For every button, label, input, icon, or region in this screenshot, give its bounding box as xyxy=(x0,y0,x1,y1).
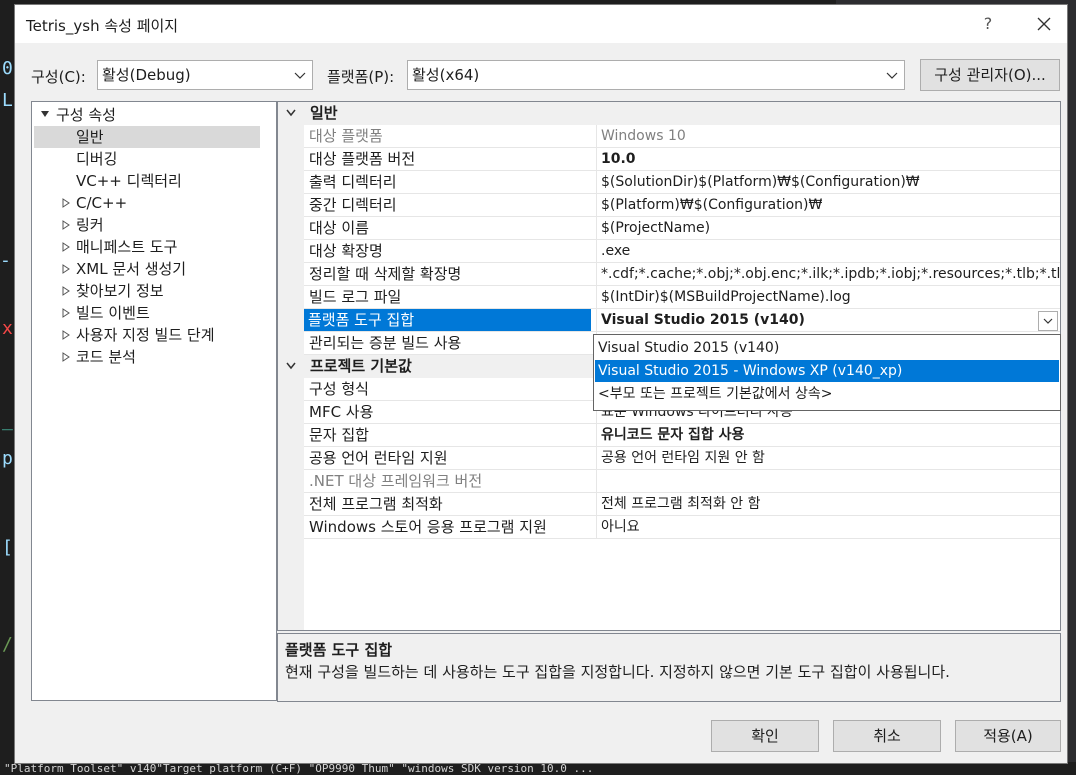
property-row[interactable]: 문자 집합 유니코드 문자 집합 사용 xyxy=(304,424,1060,447)
close-button[interactable] xyxy=(1029,9,1059,39)
config-manager-button[interactable]: 구성 관리자(O)... xyxy=(920,59,1060,91)
property-value[interactable]: $(IntDir)$(MSBuildProjectName).log xyxy=(596,286,1060,308)
toolset-dropdown-list: Visual Studio 2015 (v140) Visual Studio 2… xyxy=(593,334,1061,411)
property-value[interactable]: 유니코드 문자 집합 사용 xyxy=(596,424,1060,446)
toolset-dropdown-button[interactable] xyxy=(1038,311,1058,331)
property-row[interactable]: 전체 프로그램 최적화 전체 프로그램 최적화 안 함 xyxy=(304,493,1060,516)
title-bar: Tetris_ysh 속성 페이지 ? xyxy=(15,5,1067,43)
config-value: 활성(Debug) xyxy=(102,66,191,84)
property-name: 출력 디렉터리 xyxy=(309,173,397,191)
property-value[interactable]: 전체 프로그램 최적화 안 함 xyxy=(596,493,1060,515)
property-row[interactable]: 정리할 때 삭제할 확장명 *.cdf;*.cache;*.obj;*.obj.e… xyxy=(304,263,1060,286)
property-name: MFC 사용 xyxy=(309,403,374,421)
property-value[interactable]: 아니요 xyxy=(596,516,1060,538)
property-tree: 구성 속성 일반 디버깅 VC++ 디렉터리 C/C++ 링커 매니페스트 도구 XML 문… xyxy=(31,101,277,701)
description-panel: 플랫폼 도구 집합 현재 구성을 빌드하는 데 사용하는 도구 집합을 지정합니… xyxy=(277,633,1061,702)
property-name: 대상 플랫폼 버전 xyxy=(309,150,416,168)
property-row[interactable]: .NET 대상 프레임워크 버전 xyxy=(304,470,1060,493)
collapse-triangle-icon[interactable] xyxy=(40,110,50,118)
description-text: 현재 구성을 빌드하는 데 사용하는 도구 집합을 지정합니다. 지정하지 않으… xyxy=(285,663,950,681)
tree-item[interactable]: 디버깅 xyxy=(34,148,117,170)
tree-item[interactable]: VC++ 디렉터리 xyxy=(34,170,182,192)
property-value[interactable] xyxy=(596,470,1060,492)
property-name: 전체 프로그램 최적화 xyxy=(309,495,443,513)
property-row[interactable]: Windows 스토어 응용 프로그램 지원 아니요 xyxy=(304,516,1060,539)
tree-item[interactable]: 코드 분석 xyxy=(34,346,136,368)
editor-text: 0 xyxy=(2,58,13,79)
property-name: 빌드 로그 파일 xyxy=(309,288,402,306)
property-name: 플랫폼 도구 집합 xyxy=(304,309,591,331)
platform-value: 활성(x64) xyxy=(412,66,480,84)
tree-item[interactable]: 빌드 이벤트 xyxy=(34,302,150,324)
chevron-down-icon xyxy=(286,109,296,117)
property-value[interactable]: Windows 10 xyxy=(596,125,1060,147)
tree-item[interactable]: 찾아보기 정보 xyxy=(34,280,164,302)
property-row[interactable]: 대상 이름 $(ProjectName) xyxy=(304,217,1060,240)
category-label: 일반 xyxy=(310,104,338,122)
platform-combo[interactable]: 활성(x64) xyxy=(407,60,905,90)
editor-text: x xyxy=(2,318,13,339)
cancel-button[interactable]: 취소 xyxy=(833,720,941,752)
tree-item[interactable]: XML 문서 생성기 xyxy=(34,258,186,280)
chevron-down-icon xyxy=(294,72,306,79)
property-value[interactable]: $(SolutionDir)$(Platform)₩$(Configuratio… xyxy=(596,171,1060,193)
property-name: 문자 집합 xyxy=(309,426,369,444)
property-value[interactable]: 10.0 xyxy=(596,148,1060,170)
dropdown-option[interactable]: <부모 또는 프로젝트 기본값에서 상속> xyxy=(595,383,1059,405)
property-value[interactable]: $(ProjectName) xyxy=(596,217,1060,239)
tree-item[interactable]: 링커 xyxy=(34,214,104,236)
property-pages-dialog: Tetris_ysh 속성 페이지 ? 구성(C): 활성(Debug) 플랫폼… xyxy=(14,4,1068,764)
property-row[interactable]: 출력 디렉터리 $(SolutionDir)$(Platform)₩$(Confi… xyxy=(304,171,1060,194)
ok-button[interactable]: 확인 xyxy=(711,720,819,752)
config-combo[interactable]: 활성(Debug) xyxy=(97,60,313,90)
property-value[interactable]: *.cdf;*.cache;*.obj;*.obj.enc;*.ilk;*.ip… xyxy=(596,263,1060,285)
property-value[interactable]: .exe xyxy=(596,240,1060,262)
description-title: 플랫폼 도구 집합 xyxy=(285,641,393,659)
property-row[interactable]: 대상 플랫폼 버전 10.0 xyxy=(304,148,1060,171)
property-row[interactable]: 중간 디렉터리 $(Platform)₩$(Configuration)₩ xyxy=(304,194,1060,217)
property-row[interactable]: 대상 플랫폼 Windows 10 xyxy=(304,125,1060,148)
property-row[interactable]: 플랫폼 도구 집합 Visual Studio 2015 (v140) xyxy=(304,309,1060,332)
tree-root[interactable]: 구성 속성 xyxy=(56,104,116,126)
property-row[interactable]: 대상 확장명 .exe xyxy=(304,240,1060,263)
property-row[interactable]: 공용 언어 런타임 지원 공용 언어 런타임 지원 안 함 xyxy=(304,447,1060,470)
tree-item[interactable]: 매니페스트 도구 xyxy=(34,236,177,258)
platform-label: 플랫폼(P): xyxy=(327,68,395,86)
property-name: 대상 플랫폼 xyxy=(309,127,383,145)
dropdown-option[interactable]: Visual Studio 2015 - Windows XP (v140_xp… xyxy=(595,360,1059,382)
property-name: 구성 형식 xyxy=(309,380,369,398)
chevron-down-icon xyxy=(286,362,296,370)
property-value[interactable]: Visual Studio 2015 (v140) xyxy=(596,309,1060,331)
tree-item[interactable]: C/C++ xyxy=(34,192,127,214)
editor-text: L xyxy=(2,90,13,111)
tree-item[interactable]: 사용자 지정 빌드 단계 xyxy=(34,324,215,346)
property-name: 정리할 때 삭제할 확장명 xyxy=(309,265,462,283)
property-value[interactable]: $(Platform)₩$(Configuration)₩ xyxy=(596,194,1060,216)
category-header[interactable]: 일반 xyxy=(278,102,1060,125)
category-label: 프로젝트 기본값 xyxy=(310,357,412,375)
tree-item[interactable]: 일반 xyxy=(34,126,260,148)
property-name: Windows 스토어 응용 프로그램 지원 xyxy=(309,518,547,536)
dropdown-option[interactable]: Visual Studio 2015 (v140) xyxy=(595,337,1059,359)
property-name: .NET 대상 프레임워크 버전 xyxy=(309,472,483,490)
chevron-down-icon xyxy=(886,72,898,79)
help-button[interactable]: ? xyxy=(973,9,1003,39)
property-name: 중간 디렉터리 xyxy=(309,196,397,214)
property-name: 관리되는 증분 빌드 사용 xyxy=(309,334,462,352)
close-icon xyxy=(1037,17,1051,31)
dialog-title: Tetris_ysh 속성 페이지 xyxy=(26,17,179,35)
property-value[interactable]: 공용 언어 런타임 지원 안 함 xyxy=(596,447,1060,469)
property-name: 대상 확장명 xyxy=(309,242,383,260)
chevron-down-icon xyxy=(1043,318,1053,324)
property-name: 대상 이름 xyxy=(309,219,369,237)
apply-button[interactable]: 적용(A) xyxy=(955,720,1061,752)
config-label: 구성(C): xyxy=(31,68,86,86)
property-name: 공용 언어 런타임 지원 xyxy=(309,449,448,467)
property-row[interactable]: 빌드 로그 파일 $(IntDir)$(MSBuildProjectName).l… xyxy=(304,286,1060,309)
